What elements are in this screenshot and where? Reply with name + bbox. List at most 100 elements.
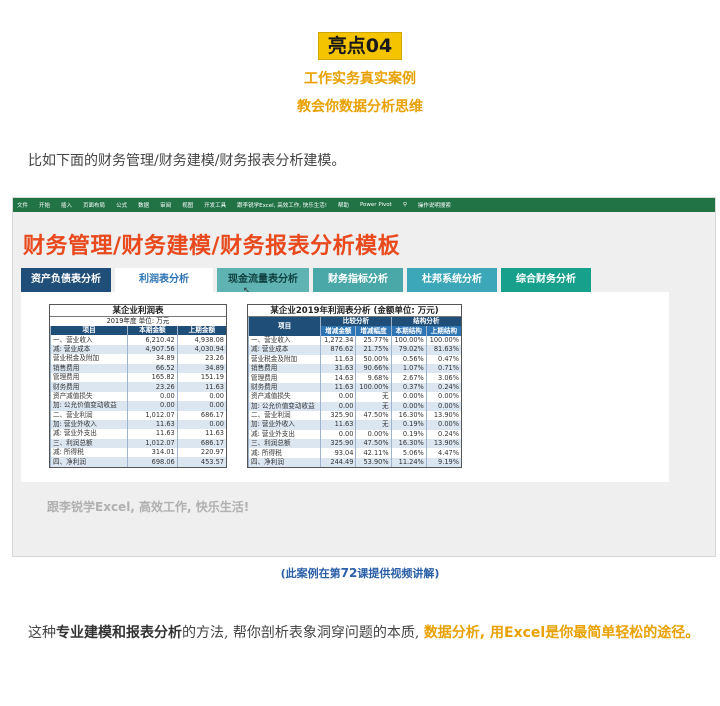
table-cell-value[interactable]: 13.90%	[425, 410, 461, 421]
ribbon-tab-review[interactable]: 审阅	[160, 201, 171, 209]
table-cell-value[interactable]: 23.26	[176, 354, 226, 364]
table-cell-value[interactable]: 165.82	[127, 372, 178, 383]
table-cell-value[interactable]: 11.24%	[390, 457, 427, 468]
tab-income-statement[interactable]: 利润表分析	[115, 268, 213, 295]
table-cell-value[interactable]: 16.30%	[390, 439, 427, 449]
table-cell-value[interactable]: 90.66%	[355, 363, 392, 374]
table-cell-value[interactable]: 11.63	[176, 382, 226, 392]
table-cell-item[interactable]: 减: 所得税	[49, 448, 128, 458]
table-cell-item[interactable]: 三、利润总额	[247, 439, 321, 449]
ribbon-tab-home[interactable]: 开始	[39, 201, 50, 209]
table-cell-value[interactable]: 21.75%	[355, 345, 392, 355]
table-cell-value[interactable]: 无	[355, 392, 392, 402]
table-cell-item[interactable]: 减: 营业成本	[49, 344, 128, 355]
ribbon-tab-data[interactable]: 数据	[138, 201, 149, 209]
table-cell-value[interactable]: 0.00%	[355, 429, 392, 440]
ribbon-tab-layout[interactable]: 页面布局	[83, 201, 105, 209]
table-cell-value[interactable]: 151.19	[176, 372, 226, 383]
table-cell-value[interactable]: 11.63	[127, 429, 178, 439]
table-cell-item[interactable]: 管理费用	[49, 372, 128, 383]
ribbon-tab-powerpivot[interactable]: Power Pivot	[360, 202, 392, 208]
table-cell-item[interactable]: 财务费用	[49, 382, 128, 392]
table-cell-value[interactable]: 0.00%	[425, 401, 461, 411]
table-cell-value[interactable]: 11.63	[320, 420, 356, 430]
ribbon-tab-file[interactable]: 文件	[17, 201, 28, 209]
table-cell-value[interactable]: 5.06%	[390, 448, 427, 458]
table-cell-value[interactable]: 0.19%	[390, 420, 427, 430]
table-cell-value[interactable]: 1.07%	[390, 363, 427, 374]
table-cell-value[interactable]: 14.63	[320, 373, 356, 383]
table-cell-value[interactable]: 31.63	[320, 363, 356, 374]
table-cell-item[interactable]: 加: 营业外收入	[247, 420, 321, 430]
table-cell-value[interactable]: 0.47%	[425, 354, 461, 364]
table-cell-value[interactable]: 6,210.42	[127, 335, 178, 345]
table-cell-value[interactable]: 0.00	[320, 392, 356, 402]
ribbon-tab-view[interactable]: 视图	[182, 201, 193, 209]
table-cell-value[interactable]: 4.47%	[425, 448, 461, 458]
table-cell-value[interactable]: 1,272.34	[320, 335, 356, 346]
table-cell-value[interactable]: 23.26	[127, 382, 178, 392]
table-cell-value[interactable]: 9.19%	[425, 457, 461, 468]
table-cell-item[interactable]: 四、净利润	[247, 457, 321, 468]
table-cell-value[interactable]: 314.01	[127, 448, 178, 458]
table-cell-item[interactable]: 营业税金及附加	[49, 354, 128, 364]
table-cell-value[interactable]: 无	[355, 401, 392, 411]
table-cell-value[interactable]: 0.00%	[390, 401, 427, 411]
table-cell-value[interactable]: 9.68%	[355, 373, 392, 383]
table-cell-item[interactable]: 销售费用	[247, 363, 321, 374]
table-cell-item[interactable]: 加: 公允价值变动收益	[49, 401, 128, 411]
table-cell-value[interactable]: 1,012.07	[127, 438, 178, 449]
table-cell-value[interactable]: 无	[355, 420, 392, 430]
table-cell-item[interactable]: 资产减值损失	[49, 391, 128, 402]
table-cell-value[interactable]: 2.67%	[390, 373, 427, 383]
ribbon-tab-developer[interactable]: 开发工具	[204, 201, 226, 209]
table-cell-value[interactable]: 11.63	[127, 419, 178, 430]
table-cell-value[interactable]: 81.63%	[425, 345, 461, 355]
table-cell-item[interactable]: 一、营业收入	[247, 335, 321, 346]
table-cell-value[interactable]: 0.00	[176, 419, 226, 430]
table-cell-value[interactable]: 0.00%	[390, 392, 427, 402]
table-cell-value[interactable]: 11.63	[320, 354, 356, 364]
table-cell-value[interactable]: 698.06	[127, 457, 178, 467]
table-cell-item[interactable]: 三、利润总额	[49, 438, 128, 449]
table-cell-value[interactable]: 79.02%	[390, 345, 427, 355]
table-cell-item[interactable]: 减: 营业外支出	[247, 429, 321, 440]
table-cell-value[interactable]: 453.57	[176, 457, 226, 467]
table-cell-value[interactable]: 244.49	[320, 457, 356, 468]
table-cell-value[interactable]: 93.04	[320, 448, 356, 458]
ribbon-tab-custom[interactable]: 跟李锐学Excel, 高效工作, 快乐生活!	[237, 201, 327, 209]
table-cell-value[interactable]: 0.00	[127, 391, 178, 402]
table-cell-item[interactable]: 二、营业利润	[247, 410, 321, 421]
table-cell-item[interactable]: 一、营业收入	[49, 335, 128, 345]
table-cell-value[interactable]: 0.37%	[390, 382, 427, 393]
table-cell-value[interactable]: 100.00%	[355, 382, 392, 393]
table-cell-item[interactable]: 减: 营业成本	[247, 345, 321, 355]
tab-financial-indicators[interactable]: 财务指标分析	[313, 268, 403, 292]
table-cell-value[interactable]: 0.00	[127, 401, 178, 411]
table-cell-value[interactable]: 220.97	[176, 448, 226, 458]
table-cell-value[interactable]: 100.00%	[425, 335, 461, 346]
table-cell-value[interactable]: 66.52	[127, 363, 178, 373]
ribbon-tab-help[interactable]: 帮助	[338, 201, 349, 209]
table-cell-value[interactable]: 13.90%	[425, 439, 461, 449]
table-cell-value[interactable]: 47.50%	[355, 410, 392, 421]
table-cell-value[interactable]: 3.06%	[425, 373, 461, 383]
table-cell-value[interactable]: 100.00%	[390, 335, 427, 346]
table-cell-item[interactable]: 加: 公允价值变动收益	[247, 401, 321, 411]
tab-dupont[interactable]: 杜邦系统分析	[407, 268, 497, 292]
table-cell-value[interactable]: 50.00%	[355, 354, 392, 364]
table-cell-item[interactable]: 管理费用	[247, 373, 321, 383]
ribbon-tab-insert[interactable]: 插入	[61, 201, 72, 209]
table-cell-value[interactable]: 53.90%	[355, 457, 392, 468]
table-cell-item[interactable]: 资产减值损失	[247, 392, 321, 402]
table-cell-item[interactable]: 二、营业利润	[49, 410, 128, 420]
table-cell-value[interactable]: 0.00	[176, 391, 226, 402]
tab-comprehensive[interactable]: 综合财务分析	[501, 268, 591, 292]
table-cell-value[interactable]: 16.30%	[390, 410, 427, 421]
table-cell-item[interactable]: 四、净利润	[49, 457, 128, 467]
tab-cash-flow[interactable]: 现金流量表分析	[217, 268, 309, 292]
table-cell-value[interactable]: 25.77%	[355, 335, 392, 346]
table-cell-value[interactable]: 11.63	[176, 429, 226, 439]
table-cell-value[interactable]: 0.24%	[425, 382, 461, 393]
table-cell-item[interactable]: 营业税金及附加	[247, 354, 321, 364]
